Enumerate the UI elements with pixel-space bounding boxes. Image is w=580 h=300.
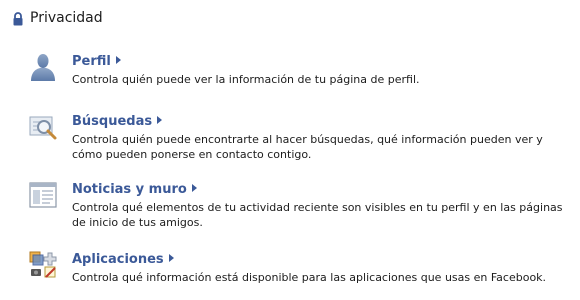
page-title: Privacidad (30, 10, 103, 26)
section-profile-text: Perfil Controla quién puede ver la infor… (72, 50, 574, 87)
arrow-right-icon (115, 56, 121, 64)
section-news-wall-title: Noticias y muro (72, 182, 187, 197)
section-profile-link[interactable]: Perfil (72, 54, 121, 70)
arrow-right-icon (168, 254, 174, 262)
section-applications-text: Aplicaciones Controla qué información es… (72, 248, 574, 285)
arrow-right-icon (191, 184, 197, 192)
section-search-description: Controla quién puede encontrarte al hace… (72, 133, 543, 161)
section-search-text: Búsquedas Controla quién puede encontrar… (72, 110, 574, 162)
section-profile-title: Perfil (72, 54, 111, 69)
magnifier-search-icon (28, 112, 58, 142)
section-news-wall-text: Noticias y muro Controla qué elementos d… (72, 178, 574, 230)
profile-silhouette-icon (28, 52, 58, 82)
section-profile-description: Controla quién puede ver la información … (72, 73, 420, 86)
arrow-right-icon (157, 116, 163, 124)
section-search-link[interactable]: Búsquedas (72, 114, 163, 130)
page-header: Privacidad (12, 9, 103, 27)
news-feed-icon (28, 180, 58, 210)
section-applications-link[interactable]: Aplicaciones (72, 252, 174, 268)
privacy-page: Privacidad Perfil Controla quién puede v… (0, 0, 580, 300)
lock-icon (12, 11, 24, 26)
section-applications-title: Aplicaciones (72, 252, 164, 267)
section-news-wall-description: Controla qué elementos de tu actividad r… (72, 201, 563, 229)
applications-icon (28, 250, 58, 280)
section-news-wall-link[interactable]: Noticias y muro (72, 182, 197, 198)
section-search-title: Búsquedas (72, 114, 153, 129)
section-applications-description: Controla qué información está disponible… (72, 271, 547, 284)
